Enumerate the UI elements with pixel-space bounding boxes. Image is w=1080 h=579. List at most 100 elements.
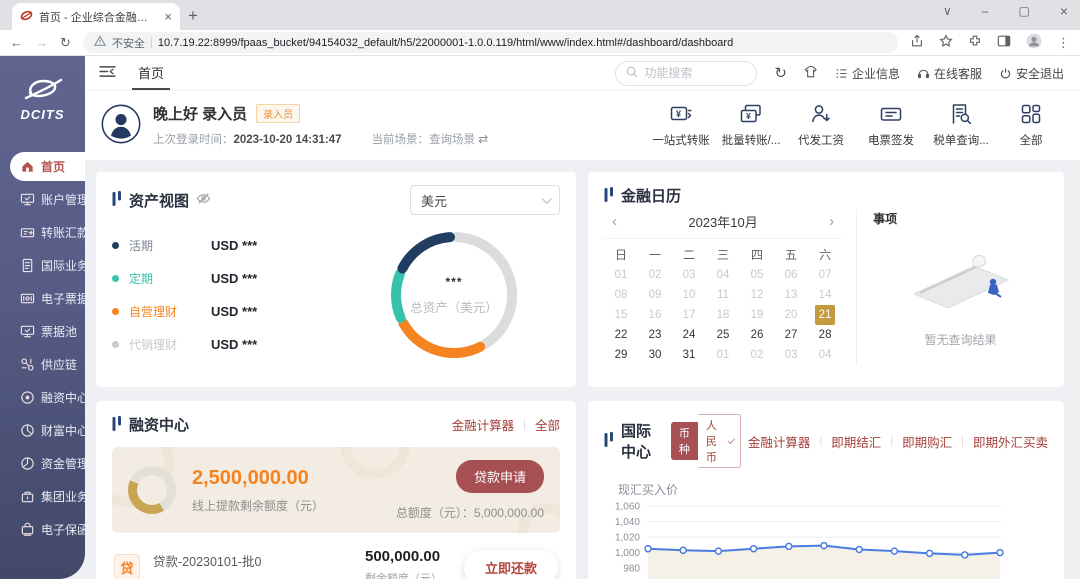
sidebar-item-e-bill[interactable]: 电子票据 (10, 284, 85, 313)
e-guarantee-icon (19, 522, 35, 538)
quick-action-salary[interactable]: 代发工资 (790, 102, 852, 148)
eye-off-icon[interactable] (196, 191, 211, 209)
function-search[interactable] (615, 61, 757, 86)
calendar-day[interactable]: 01 (706, 345, 740, 365)
page-tab-home[interactable]: 首页 (132, 56, 170, 90)
window-minimize-icon[interactable]: – (982, 4, 989, 18)
forward-icon[interactable]: → (35, 36, 48, 49)
calendar-day[interactable]: 22 (604, 325, 638, 345)
legend-row[interactable]: 代销理财USD *** (112, 328, 324, 361)
share-icon[interactable] (910, 34, 924, 51)
calendar-day[interactable]: 19 (740, 305, 774, 325)
calendar-day[interactable]: 05 (740, 265, 774, 285)
sidebar-item-supply-chain[interactable]: 供应链 (10, 350, 85, 379)
calendar-day[interactable]: 15 (604, 305, 638, 325)
calendar-day[interactable]: 17 (672, 305, 706, 325)
sidebar-item-financing[interactable]: 融资中心 (10, 383, 85, 412)
search-input[interactable] (644, 66, 746, 80)
calendar-day[interactable]: 18 (706, 305, 740, 325)
loan-apply-button[interactable]: 贷款申请 (456, 460, 544, 493)
calendar-day[interactable]: 16 (638, 305, 672, 325)
browser-menu-icon[interactable]: ⋮ (1057, 35, 1070, 51)
calendar-day[interactable]: 03 (774, 345, 808, 365)
window-close-icon[interactable]: × (1060, 3, 1068, 19)
calendar-day[interactable]: 02 (740, 345, 774, 365)
calendar-day[interactable]: 09 (638, 285, 672, 305)
sidebar-item-e-guarantee[interactable]: 电子保函 (10, 515, 85, 544)
legend-row[interactable]: 自营理财USD *** (112, 295, 324, 328)
sidebar-item-home[interactable]: 首页 (10, 152, 85, 181)
profile-avatar-icon[interactable] (1026, 33, 1042, 52)
side-panel-icon[interactable] (997, 34, 1011, 51)
calendar-day[interactable]: 07 (808, 265, 842, 285)
financing-link-1[interactable]: 全部 (535, 415, 560, 434)
calendar-day[interactable]: 24 (672, 325, 706, 345)
financing-link-0[interactable]: 金融计算器 (452, 415, 515, 434)
sidebar-item-wealth[interactable]: 财富中心 (10, 416, 85, 445)
headset-icon (917, 67, 930, 80)
prev-month-icon[interactable]: ‹ (608, 213, 621, 230)
calendar-day[interactable]: 27 (774, 325, 808, 345)
refresh-icon[interactable]: ↻ (774, 64, 787, 82)
calendar-day[interactable]: 04 (706, 265, 740, 285)
calendar-day[interactable]: 11 (706, 285, 740, 305)
sidebar-item-transfer[interactable]: 转账汇款 (10, 218, 85, 247)
calendar-day[interactable]: 26 (740, 325, 774, 345)
currency-select[interactable]: 美元 (410, 185, 560, 215)
intl-link-0[interactable]: 金融计算器 (748, 432, 811, 451)
logout-link[interactable]: 安全退出 (999, 65, 1064, 82)
legend-row[interactable]: 活期USD *** (112, 229, 324, 262)
calendar-day[interactable]: 02 (638, 265, 672, 285)
calendar-day[interactable]: 14 (808, 285, 842, 305)
calendar-day[interactable]: 29 (604, 345, 638, 365)
calendar-day[interactable]: 10 (672, 285, 706, 305)
calendar-day[interactable]: 20 (774, 305, 808, 325)
sidebar-item-group-biz[interactable]: 集团业务 (10, 482, 85, 511)
enterprise-info-link[interactable]: 企业信息 (835, 65, 900, 82)
currency-kind-select[interactable]: 人民币 (698, 414, 741, 468)
calendar-day[interactable]: 08 (604, 285, 638, 305)
theme-skin-icon[interactable] (804, 65, 818, 82)
quick-action-all-grid[interactable]: 全部 (1000, 102, 1062, 148)
quick-action-tax-query[interactable]: 税单查询... (930, 102, 992, 148)
tab-close-icon[interactable]: × (164, 10, 172, 23)
intl-link-3[interactable]: 即期外汇买卖 (973, 432, 1048, 451)
repay-now-button[interactable]: 立即还款 (464, 550, 558, 579)
quick-action-one-stop-transfer[interactable]: ¥一站式转账 (650, 102, 712, 148)
next-month-icon[interactable]: › (825, 213, 838, 230)
calendar-day-selected[interactable]: 21 (815, 305, 835, 325)
calendar-day[interactable]: 13 (774, 285, 808, 305)
quick-action-e-ticket-issue[interactable]: 电票签发 (860, 102, 922, 148)
online-service-link[interactable]: 在线客服 (917, 65, 982, 82)
scene-switch-icon[interactable]: ⇄ (478, 132, 488, 146)
svg-text:1,020: 1,020 (615, 533, 640, 544)
quick-action-batch-transfer[interactable]: ¥批量转账/... (720, 102, 782, 148)
calendar-day[interactable]: 30 (638, 345, 672, 365)
browser-tab[interactable]: 首页 - 企业综合金融服务平台 × (12, 3, 180, 30)
calendar-day[interactable]: 31 (672, 345, 706, 365)
sidebar-item-account[interactable]: 账户管理 (10, 185, 85, 214)
window-maximize-icon[interactable]: ▢ (1018, 4, 1029, 18)
calendar-day[interactable]: 01 (604, 265, 638, 285)
reload-icon[interactable]: ↻ (60, 36, 71, 49)
calendar-day[interactable]: 23 (638, 325, 672, 345)
calendar-day[interactable]: 12 (740, 285, 774, 305)
tab-search-chevron-icon[interactable]: ∨ (943, 4, 952, 18)
intl-link-1[interactable]: 即期结汇 (831, 432, 881, 451)
sidebar-item-funds[interactable]: 资金管理 (10, 449, 85, 478)
back-icon[interactable]: ← (10, 36, 23, 49)
extensions-icon[interactable] (968, 34, 982, 51)
calendar-day[interactable]: 06 (774, 265, 808, 285)
intl-link-2[interactable]: 即期购汇 (902, 432, 952, 451)
sidebar-item-intl-biz[interactable]: 国际业务 (10, 251, 85, 280)
calendar-day[interactable]: 25 (706, 325, 740, 345)
url-box[interactable]: 不安全 10.7.19.22:8999/fpaas_bucket/9415403… (83, 32, 898, 53)
calendar-day[interactable]: 03 (672, 265, 706, 285)
new-tab-button[interactable]: + (180, 3, 206, 29)
bookmark-star-icon[interactable] (939, 34, 953, 51)
calendar-day[interactable]: 04 (808, 345, 842, 365)
legend-row[interactable]: 定期USD *** (112, 262, 324, 295)
menu-collapse-icon[interactable] (99, 65, 116, 81)
calendar-day[interactable]: 28 (808, 325, 842, 345)
sidebar-item-bill-pool[interactable]: 票据池 (10, 317, 85, 346)
